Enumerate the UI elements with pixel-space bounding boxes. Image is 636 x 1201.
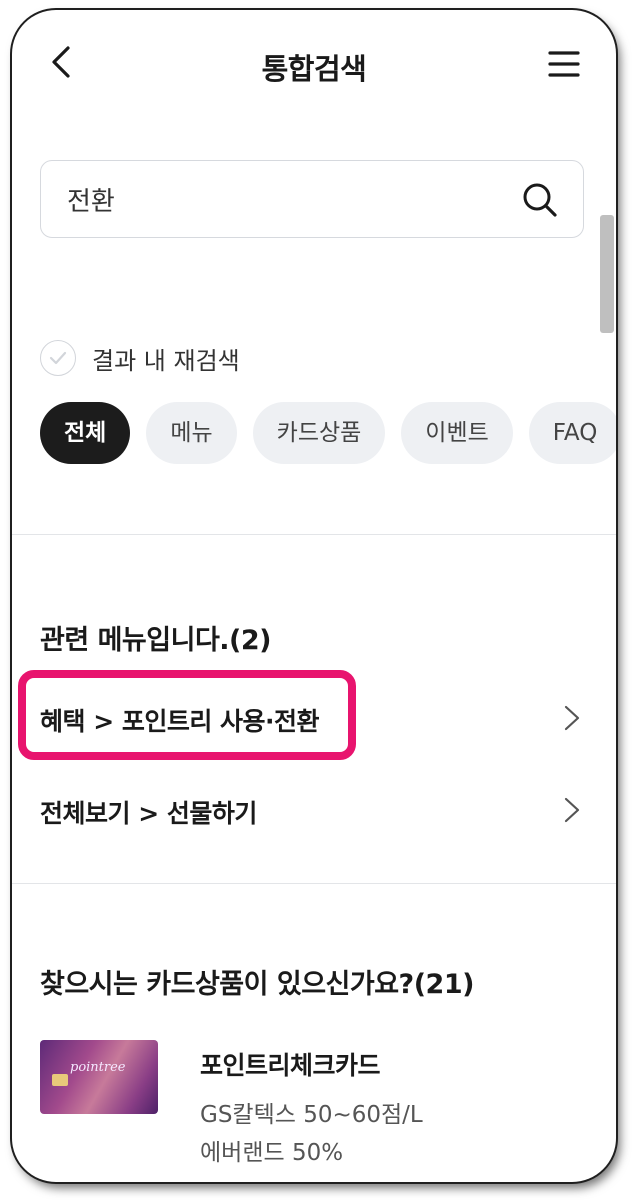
menu-item-label: 혜택 > 포인트리 사용·전환 [40, 707, 320, 736]
related-menus-title: 관련 메뉴입니다.(2) [40, 625, 272, 656]
search-input[interactable] [67, 179, 507, 219]
filter-chips: 전체 메뉴 카드상품 이벤트 FAQ [40, 402, 616, 464]
related-menu-item-gift[interactable]: 전체보기 > 선물하기 [40, 780, 584, 840]
card-chip-icon [52, 1074, 68, 1086]
chevron-right-icon [564, 705, 580, 731]
search-button[interactable] [519, 179, 561, 221]
card-benefit-line: GS칼텍스 50~60점/L [200, 1102, 423, 1128]
card-products-title: 찾으시는 카드상품이 있으신가요?(21) [40, 969, 474, 1000]
phone-frame: 통합검색 결과 내 재검색 전체 메뉴 카드상품 [12, 10, 616, 1182]
chip-faq[interactable]: FAQ [528, 402, 616, 464]
page-title: 통합검색 [261, 52, 367, 86]
chip-menu[interactable]: 메뉴 [146, 402, 237, 464]
card-product-name: 포인트리체크카드 [200, 1051, 381, 1080]
search-icon [523, 183, 557, 217]
header-bar: 통합검색 [12, 10, 616, 120]
chip-card-products[interactable]: 카드상품 [252, 402, 386, 464]
menu-button[interactable] [542, 42, 586, 86]
card-benefit-line: 에버랜드 50% [200, 1140, 344, 1166]
card-product-description: GS칼텍스 50~60점/L 에버랜드 50% [200, 1096, 423, 1172]
card-brand-logo: pointree [70, 1060, 126, 1075]
menu-item-label: 전체보기 > 선물하기 [40, 799, 257, 828]
check-icon [40, 340, 76, 376]
related-menu-item-points[interactable]: 혜택 > 포인트리 사용·전환 [40, 688, 584, 748]
card-product-item[interactable]: pointree 포인트리체크카드 GS칼텍스 50~60점/L 에버랜드 50… [40, 1036, 584, 1176]
section-divider [12, 534, 616, 535]
chip-all[interactable]: 전체 [40, 402, 131, 464]
search-box [40, 160, 584, 238]
hamburger-menu-icon [548, 51, 580, 77]
card-image: pointree [40, 1040, 158, 1114]
section-divider [12, 883, 616, 884]
research-label: 결과 내 재검색 [92, 346, 240, 375]
scrollbar-thumb[interactable] [600, 215, 614, 333]
chevron-right-icon [564, 797, 580, 823]
research-checkbox[interactable]: 결과 내 재검색 [40, 338, 240, 378]
chip-events[interactable]: 이벤트 [401, 402, 513, 464]
